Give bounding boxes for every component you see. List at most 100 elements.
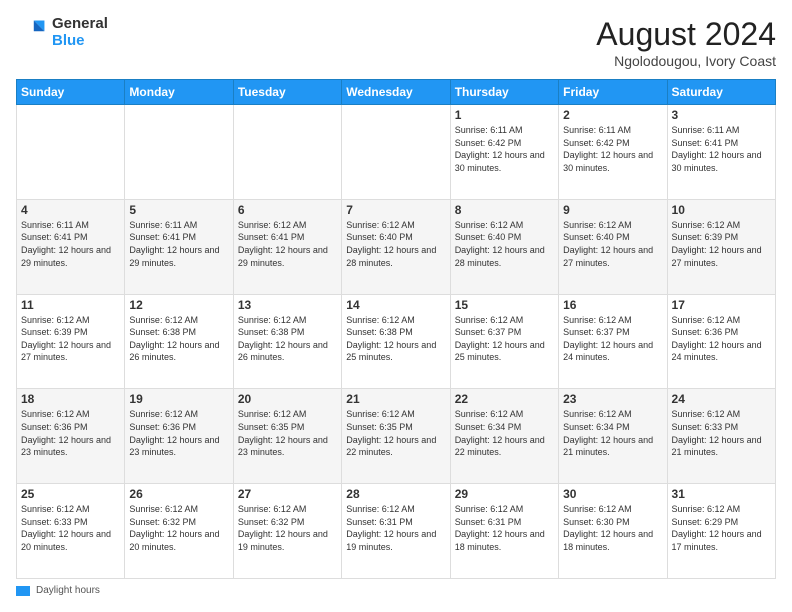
day-info: Sunrise: 6:12 AM Sunset: 6:36 PM Dayligh… bbox=[672, 314, 771, 364]
day-info: Sunrise: 6:11 AM Sunset: 6:41 PM Dayligh… bbox=[129, 219, 228, 269]
calendar-cell: 20 Sunrise: 6:12 AM Sunset: 6:35 PM Dayli… bbox=[233, 389, 341, 484]
calendar-week-row: 25 Sunrise: 6:12 AM Sunset: 6:33 PM Dayli… bbox=[17, 484, 776, 579]
col-header-saturday: Saturday bbox=[667, 80, 775, 105]
legend: Daylight hours bbox=[16, 585, 776, 596]
logo-blue: Blue bbox=[52, 33, 108, 50]
col-header-tuesday: Tuesday bbox=[233, 80, 341, 105]
month-title: August 2024 bbox=[596, 16, 776, 53]
day-number: 30 bbox=[563, 487, 662, 501]
header: General Blue August 2024 Ngolodougou, Iv… bbox=[16, 16, 776, 69]
day-info: Sunrise: 6:12 AM Sunset: 6:36 PM Dayligh… bbox=[21, 408, 120, 458]
day-number: 6 bbox=[238, 203, 337, 217]
col-header-sunday: Sunday bbox=[17, 80, 125, 105]
day-info: Sunrise: 6:12 AM Sunset: 6:31 PM Dayligh… bbox=[346, 503, 445, 553]
day-info: Sunrise: 6:12 AM Sunset: 6:32 PM Dayligh… bbox=[238, 503, 337, 553]
day-number: 12 bbox=[129, 298, 228, 312]
day-number: 13 bbox=[238, 298, 337, 312]
day-info: Sunrise: 6:12 AM Sunset: 6:38 PM Dayligh… bbox=[238, 314, 337, 364]
day-number: 15 bbox=[455, 298, 554, 312]
day-info: Sunrise: 6:11 AM Sunset: 6:41 PM Dayligh… bbox=[21, 219, 120, 269]
location-subtitle: Ngolodougou, Ivory Coast bbox=[596, 53, 776, 69]
calendar-cell: 21Sunrise: 6:12 AM Sunset: 6:35 PM Dayli… bbox=[342, 389, 450, 484]
calendar-cell: 16 Sunrise: 6:12 AM Sunset: 6:37 PM Dayli… bbox=[559, 294, 667, 389]
calendar-week-row: 1 Sunrise: 6:11 AM Sunset: 6:42 PM Daylig… bbox=[17, 105, 776, 200]
day-info: Sunrise: 6:12 AM Sunset: 6:35 PM Dayligh… bbox=[238, 408, 337, 458]
day-info: Sunrise: 6:11 AM Sunset: 6:42 PM Dayligh… bbox=[455, 124, 554, 174]
col-header-friday: Friday bbox=[559, 80, 667, 105]
day-number: 9 bbox=[563, 203, 662, 217]
calendar-cell: 10Sunrise: 6:12 AM Sunset: 6:39 PM Dayli… bbox=[667, 199, 775, 294]
calendar-cell: 28Sunrise: 6:12 AM Sunset: 6:31 PM Dayli… bbox=[342, 484, 450, 579]
day-number: 20 bbox=[238, 392, 337, 406]
day-info: Sunrise: 6:12 AM Sunset: 6:39 PM Dayligh… bbox=[21, 314, 120, 364]
legend-color-box bbox=[16, 586, 30, 596]
day-number: 17 bbox=[672, 298, 771, 312]
legend-label: Daylight hours bbox=[36, 585, 100, 596]
day-info: Sunrise: 6:12 AM Sunset: 6:41 PM Dayligh… bbox=[238, 219, 337, 269]
calendar-cell: 23 Sunrise: 6:12 AM Sunset: 6:34 PM Dayli… bbox=[559, 389, 667, 484]
day-info: Sunrise: 6:12 AM Sunset: 6:37 PM Dayligh… bbox=[563, 314, 662, 364]
calendar-cell: 26Sunrise: 6:12 AM Sunset: 6:32 PM Dayli… bbox=[125, 484, 233, 579]
logo-general: General bbox=[52, 16, 108, 33]
day-number: 1 bbox=[455, 108, 554, 122]
calendar-cell: 1 Sunrise: 6:11 AM Sunset: 6:42 PM Daylig… bbox=[450, 105, 558, 200]
day-info: Sunrise: 6:12 AM Sunset: 6:34 PM Dayligh… bbox=[455, 408, 554, 458]
day-info: Sunrise: 6:12 AM Sunset: 6:37 PM Dayligh… bbox=[455, 314, 554, 364]
calendar-cell bbox=[342, 105, 450, 200]
day-info: Sunrise: 6:12 AM Sunset: 6:31 PM Dayligh… bbox=[455, 503, 554, 553]
logo-icon bbox=[16, 17, 48, 49]
day-info: Sunrise: 6:11 AM Sunset: 6:42 PM Dayligh… bbox=[563, 124, 662, 174]
calendar-cell bbox=[125, 105, 233, 200]
day-info: Sunrise: 6:11 AM Sunset: 6:41 PM Dayligh… bbox=[672, 124, 771, 174]
day-number: 22 bbox=[455, 392, 554, 406]
day-number: 25 bbox=[21, 487, 120, 501]
calendar-cell: 4Sunrise: 6:11 AM Sunset: 6:41 PM Daylig… bbox=[17, 199, 125, 294]
day-number: 11 bbox=[21, 298, 120, 312]
day-info: Sunrise: 6:12 AM Sunset: 6:38 PM Dayligh… bbox=[346, 314, 445, 364]
day-info: Sunrise: 6:12 AM Sunset: 6:33 PM Dayligh… bbox=[21, 503, 120, 553]
day-number: 7 bbox=[346, 203, 445, 217]
day-number: 19 bbox=[129, 392, 228, 406]
day-info: Sunrise: 6:12 AM Sunset: 6:36 PM Dayligh… bbox=[129, 408, 228, 458]
calendar-cell: 29 Sunrise: 6:12 AM Sunset: 6:31 PM Dayli… bbox=[450, 484, 558, 579]
title-block: August 2024 Ngolodougou, Ivory Coast bbox=[596, 16, 776, 69]
calendar-cell: 12Sunrise: 6:12 AM Sunset: 6:38 PM Dayli… bbox=[125, 294, 233, 389]
day-number: 18 bbox=[21, 392, 120, 406]
day-number: 16 bbox=[563, 298, 662, 312]
calendar-cell: 15 Sunrise: 6:12 AM Sunset: 6:37 PM Dayli… bbox=[450, 294, 558, 389]
calendar-cell: 19 Sunrise: 6:12 AM Sunset: 6:36 PM Dayli… bbox=[125, 389, 233, 484]
calendar-week-row: 4Sunrise: 6:11 AM Sunset: 6:41 PM Daylig… bbox=[17, 199, 776, 294]
calendar-cell: 2 Sunrise: 6:11 AM Sunset: 6:42 PM Daylig… bbox=[559, 105, 667, 200]
day-number: 24 bbox=[672, 392, 771, 406]
calendar-cell: 27Sunrise: 6:12 AM Sunset: 6:32 PM Dayli… bbox=[233, 484, 341, 579]
day-info: Sunrise: 6:12 AM Sunset: 6:34 PM Dayligh… bbox=[563, 408, 662, 458]
calendar-cell: 8Sunrise: 6:12 AM Sunset: 6:40 PM Daylig… bbox=[450, 199, 558, 294]
day-number: 5 bbox=[129, 203, 228, 217]
calendar-cell: 13 Sunrise: 6:12 AM Sunset: 6:38 PM Dayli… bbox=[233, 294, 341, 389]
calendar-week-row: 11 Sunrise: 6:12 AM Sunset: 6:39 PM Dayli… bbox=[17, 294, 776, 389]
calendar-cell bbox=[233, 105, 341, 200]
calendar-header-row: SundayMondayTuesdayWednesdayThursdayFrid… bbox=[17, 80, 776, 105]
calendar-cell: 30Sunrise: 6:12 AM Sunset: 6:30 PM Dayli… bbox=[559, 484, 667, 579]
day-number: 29 bbox=[455, 487, 554, 501]
day-number: 3 bbox=[672, 108, 771, 122]
calendar-cell: 11 Sunrise: 6:12 AM Sunset: 6:39 PM Dayli… bbox=[17, 294, 125, 389]
day-number: 14 bbox=[346, 298, 445, 312]
day-info: Sunrise: 6:12 AM Sunset: 6:32 PM Dayligh… bbox=[129, 503, 228, 553]
calendar-cell: 5 Sunrise: 6:11 AM Sunset: 6:41 PM Daylig… bbox=[125, 199, 233, 294]
calendar-table: SundayMondayTuesdayWednesdayThursdayFrid… bbox=[16, 79, 776, 579]
logo: General Blue bbox=[16, 16, 108, 49]
day-info: Sunrise: 6:12 AM Sunset: 6:33 PM Dayligh… bbox=[672, 408, 771, 458]
calendar-cell: 31Sunrise: 6:12 AM Sunset: 6:29 PM Dayli… bbox=[667, 484, 775, 579]
calendar-cell: 14 Sunrise: 6:12 AM Sunset: 6:38 PM Dayli… bbox=[342, 294, 450, 389]
calendar-cell: 3 Sunrise: 6:11 AM Sunset: 6:41 PM Daylig… bbox=[667, 105, 775, 200]
day-number: 2 bbox=[563, 108, 662, 122]
day-number: 23 bbox=[563, 392, 662, 406]
day-number: 31 bbox=[672, 487, 771, 501]
calendar-cell: 7Sunrise: 6:12 AM Sunset: 6:40 PM Daylig… bbox=[342, 199, 450, 294]
day-number: 8 bbox=[455, 203, 554, 217]
calendar-cell: 24 Sunrise: 6:12 AM Sunset: 6:33 PM Dayli… bbox=[667, 389, 775, 484]
calendar-cell: 25 Sunrise: 6:12 AM Sunset: 6:33 PM Dayli… bbox=[17, 484, 125, 579]
logo-text: General Blue bbox=[52, 16, 108, 49]
col-header-monday: Monday bbox=[125, 80, 233, 105]
